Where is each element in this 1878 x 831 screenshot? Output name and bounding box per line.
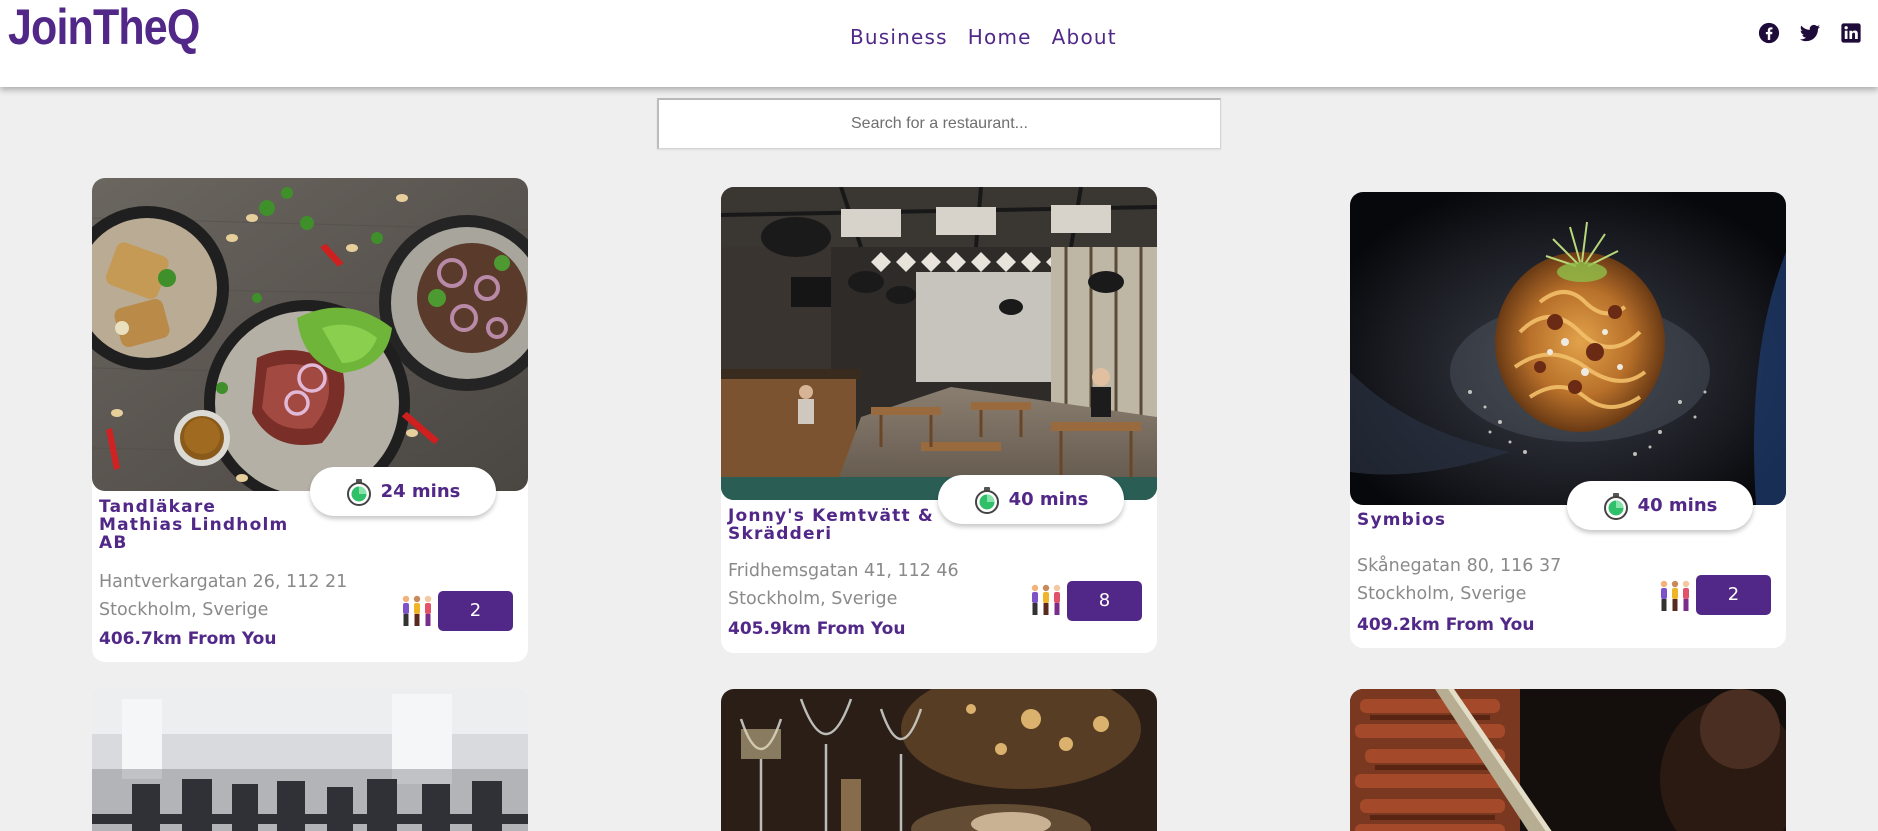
people-queue-icon: [1660, 580, 1690, 611]
restaurant-card-partial[interactable]: [721, 689, 1157, 831]
restaurant-distance: 409.2km From You: [1357, 615, 1535, 635]
wait-time-text: 40 mins: [1008, 489, 1089, 510]
restaurant-search-input[interactable]: [657, 98, 1221, 149]
join-queue-button[interactable]: 2: [1696, 575, 1771, 615]
restaurant-name[interactable]: Tandläkare Mathias Lindholm AB: [99, 498, 299, 552]
nav-home-link[interactable]: Home: [968, 24, 1032, 50]
restaurant-address: Skånegatan 80, 116 37 Stockholm, Sverige: [1357, 556, 1562, 604]
stopwatch-icon: [1603, 492, 1628, 520]
stopwatch-icon: [974, 486, 999, 514]
restaurant-photo: [721, 689, 1157, 831]
restaurant-address: Hantverkargatan 26, 112 21 Stockholm, Sv…: [99, 572, 348, 620]
linkedin-icon[interactable]: [1840, 22, 1862, 44]
restaurant-address: Fridhemsgatan 41, 112 46 Stockholm, Sver…: [728, 561, 959, 609]
wait-time-text: 40 mins: [1637, 495, 1718, 516]
join-queue-button[interactable]: 2: [438, 591, 513, 631]
restaurant-card-partial[interactable]: [1350, 689, 1786, 831]
app-logo[interactable]: JoinTheQ: [8, 0, 200, 56]
join-queue-button[interactable]: 8: [1067, 581, 1142, 621]
restaurant-photo: [721, 187, 1157, 500]
restaurant-photo: [92, 689, 528, 831]
wait-time-badge: 40 mins: [938, 475, 1124, 524]
nav-about-link[interactable]: About: [1052, 24, 1117, 50]
wait-time-badge: 40 mins: [1567, 481, 1753, 530]
top-navbar: JoinTheQ Business Home About: [0, 0, 1878, 87]
restaurant-card[interactable]: 40 mins Jonny's Kemtvätt & Skrädderi Fri…: [721, 187, 1157, 653]
people-queue-icon: [402, 595, 432, 626]
social-links: [1758, 22, 1862, 44]
restaurant-photo: [1350, 689, 1786, 831]
restaurant-card[interactable]: 24 mins Tandläkare Mathias Lindholm AB H…: [92, 178, 528, 662]
wait-time-text: 24 mins: [380, 481, 461, 502]
restaurant-distance: 405.9km From You: [728, 619, 906, 639]
restaurant-distance: 406.7km From You: [99, 629, 277, 649]
restaurant-name[interactable]: Jonny's Kemtvätt & Skrädderi: [728, 507, 938, 543]
restaurant-photo: [92, 178, 528, 491]
restaurant-name[interactable]: Symbios: [1357, 511, 1557, 529]
facebook-icon[interactable]: [1758, 22, 1780, 44]
twitter-icon[interactable]: [1799, 22, 1821, 44]
restaurant-card-partial[interactable]: [92, 689, 528, 831]
main-nav: Business Home About: [850, 24, 1117, 50]
restaurant-photo: [1350, 192, 1786, 505]
wait-time-badge: 24 mins: [310, 467, 496, 516]
people-queue-icon: [1031, 584, 1061, 615]
nav-business-link[interactable]: Business: [850, 24, 948, 50]
restaurant-card[interactable]: 40 mins Symbios Skånegatan 80, 116 37 St…: [1350, 192, 1786, 648]
stopwatch-icon: [346, 478, 371, 506]
